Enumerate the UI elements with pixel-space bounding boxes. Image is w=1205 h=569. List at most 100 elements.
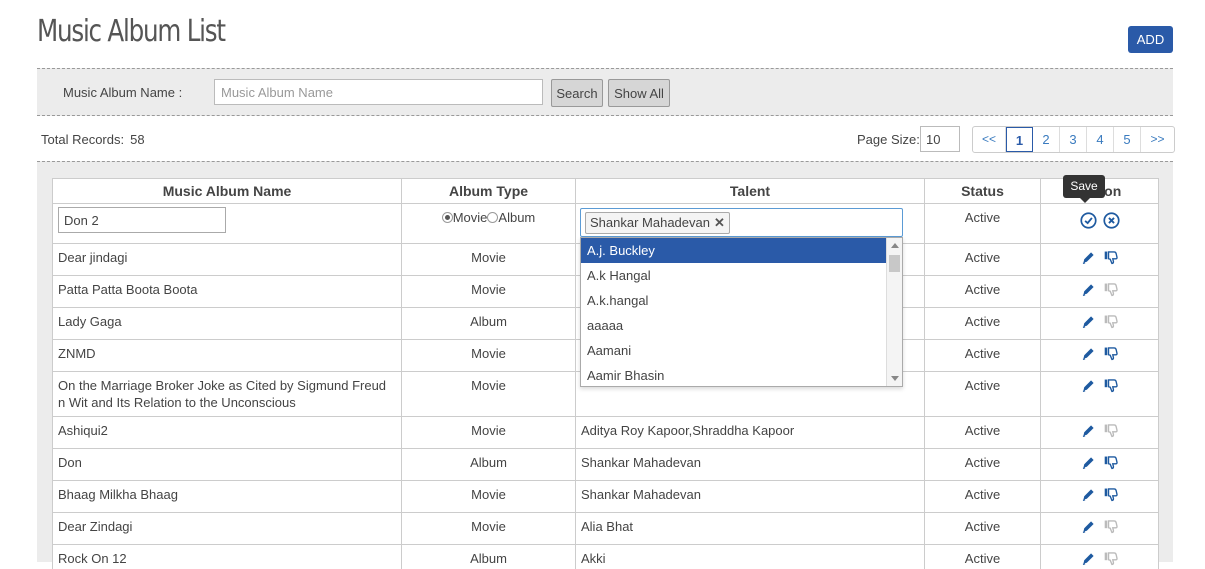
pagination-page-3[interactable]: 3 xyxy=(1060,127,1087,152)
check-circle-icon[interactable] xyxy=(1079,212,1097,229)
pagination-page-5[interactable]: 5 xyxy=(1114,127,1141,152)
total-records: Total Records: 58 xyxy=(41,132,145,147)
table-row: Dear Zindagi Movie Alia Bhat Active xyxy=(52,512,1159,545)
header-status: Status xyxy=(924,178,1041,204)
dropdown-option[interactable]: Aamani xyxy=(581,338,886,363)
album-name-input[interactable] xyxy=(58,207,226,233)
action-cell xyxy=(1040,512,1159,545)
album-type-cell: Movie xyxy=(401,416,576,449)
thumbs-down-icon[interactable] xyxy=(1103,281,1120,298)
status-text: Active xyxy=(964,210,1001,225)
status-cell: Active xyxy=(924,480,1041,513)
edit-type-cell: Movie Album xyxy=(401,203,576,244)
pagination-first[interactable]: << xyxy=(973,127,1006,152)
search-label: Music Album Name : xyxy=(63,85,183,100)
status-cell: Active xyxy=(924,544,1041,569)
album-name-cell: Dear Zindagi xyxy=(52,512,402,545)
dropdown-option[interactable]: Aamir Bhasin xyxy=(581,363,886,386)
page-size-input[interactable] xyxy=(920,126,960,152)
dropdown-option[interactable]: A.k.hangal xyxy=(581,288,886,313)
album-name-cell: Lady Gaga xyxy=(52,307,402,340)
status-cell: Active xyxy=(924,371,1041,417)
search-button[interactable]: Search xyxy=(551,79,603,107)
pencil-icon[interactable] xyxy=(1080,313,1097,330)
pencil-icon[interactable] xyxy=(1080,249,1097,266)
pencil-icon[interactable] xyxy=(1080,377,1097,394)
thumbs-down-icon[interactable] xyxy=(1103,486,1120,503)
thumbs-down-icon[interactable] xyxy=(1103,313,1120,330)
table-row: Ashiqui2 Movie Aditya Roy Kapoor,Shraddha … xyxy=(52,416,1159,449)
pencil-icon[interactable] xyxy=(1080,454,1097,471)
dropdown-scrollbar[interactable] xyxy=(886,238,902,386)
thumbs-down-icon[interactable] xyxy=(1103,550,1120,567)
radio-album[interactable] xyxy=(487,212,499,223)
table-row: Don Album Shankar Mahadevan Active xyxy=(52,448,1159,481)
radio-movie-label: Movie xyxy=(452,210,488,225)
album-name-cell: Rock On 12 xyxy=(52,544,402,569)
table-header-row: Music Album Name Album Type Talent Statu… xyxy=(52,178,1159,204)
scroll-thumb[interactable] xyxy=(889,255,900,272)
edit-status-cell: Active xyxy=(924,203,1041,244)
thumbs-down-icon[interactable] xyxy=(1103,249,1120,266)
talent-chip-label: Shankar Mahadevan xyxy=(590,215,710,230)
pagination-page-1[interactable]: 1 xyxy=(1006,127,1033,152)
status-cell: Active xyxy=(924,416,1041,449)
add-button[interactable]: ADD xyxy=(1128,26,1173,53)
thumbs-down-icon[interactable] xyxy=(1103,518,1120,535)
action-cell xyxy=(1040,480,1159,513)
pencil-icon[interactable] xyxy=(1080,345,1097,362)
dropdown-option[interactable]: A.k Hangal xyxy=(581,263,886,288)
table-row: Rock On 12 Album Akki Active xyxy=(52,544,1159,569)
radio-movie[interactable] xyxy=(441,212,453,223)
pagination-page-2[interactable]: 2 xyxy=(1033,127,1060,152)
search-panel: Music Album Name : Search Show All xyxy=(37,68,1173,116)
action-cell xyxy=(1040,275,1159,308)
pencil-icon[interactable] xyxy=(1080,550,1097,567)
thumbs-down-icon[interactable] xyxy=(1103,377,1120,394)
pagination-page-4[interactable]: 4 xyxy=(1087,127,1114,152)
album-type-cell: Movie xyxy=(401,339,576,372)
dropdown-option[interactable]: A.j. Buckley xyxy=(581,238,886,263)
dropdown-option[interactable]: aaaaa xyxy=(581,313,886,338)
status-cell: Active xyxy=(924,339,1041,372)
status-cell: Active xyxy=(924,275,1041,308)
scroll-up-icon[interactable] xyxy=(891,243,899,248)
action-cell xyxy=(1040,339,1159,372)
show-all-button[interactable]: Show All xyxy=(608,79,670,107)
page-title: Music Album List xyxy=(37,14,226,49)
pagination-last[interactable]: >> xyxy=(1141,127,1174,152)
search-input[interactable] xyxy=(214,79,543,105)
status-cell: Active xyxy=(924,243,1041,276)
album-type-cell: Movie xyxy=(401,480,576,513)
status-cell: Active xyxy=(924,307,1041,340)
page-size-label: Page Size: xyxy=(857,132,920,147)
status-cell: Active xyxy=(924,448,1041,481)
thumbs-down-icon[interactable] xyxy=(1103,345,1120,362)
header-talent: Talent xyxy=(575,178,925,204)
scroll-down-icon[interactable] xyxy=(891,376,899,381)
thumbs-down-icon[interactable] xyxy=(1103,454,1120,471)
pencil-icon[interactable] xyxy=(1080,486,1097,503)
edit-action-cell xyxy=(1040,203,1159,244)
album-type-cell: Movie xyxy=(401,243,576,276)
pencil-icon[interactable] xyxy=(1080,281,1097,298)
pagination: << 1 2 3 4 5 >> xyxy=(972,126,1175,153)
total-records-label: Total Records: xyxy=(41,132,125,147)
album-type-cell: Movie xyxy=(401,512,576,545)
album-type-cell: Album xyxy=(401,448,576,481)
chip-remove-icon[interactable]: ✕ xyxy=(714,215,725,230)
total-records-value: 58 xyxy=(130,132,145,147)
pencil-icon[interactable] xyxy=(1080,518,1097,535)
radio-album-label: Album xyxy=(498,210,536,225)
talent-cell: Shankar Mahadevan xyxy=(575,480,925,513)
talent-cell: Akki xyxy=(575,544,925,569)
talent-select[interactable]: Shankar Mahadevan ✕ xyxy=(580,208,903,237)
action-cell xyxy=(1040,416,1159,449)
album-name-cell: Dear jindagi xyxy=(52,243,402,276)
talent-chip: Shankar Mahadevan ✕ xyxy=(585,212,730,234)
pencil-icon[interactable] xyxy=(1080,422,1097,439)
thumbs-down-icon[interactable] xyxy=(1103,422,1120,439)
table-row: Bhaag Milkha Bhaag Movie Shankar Mahadevan… xyxy=(52,480,1159,513)
header-album-type: Album Type xyxy=(401,178,576,204)
x-circle-icon[interactable] xyxy=(1102,212,1120,229)
